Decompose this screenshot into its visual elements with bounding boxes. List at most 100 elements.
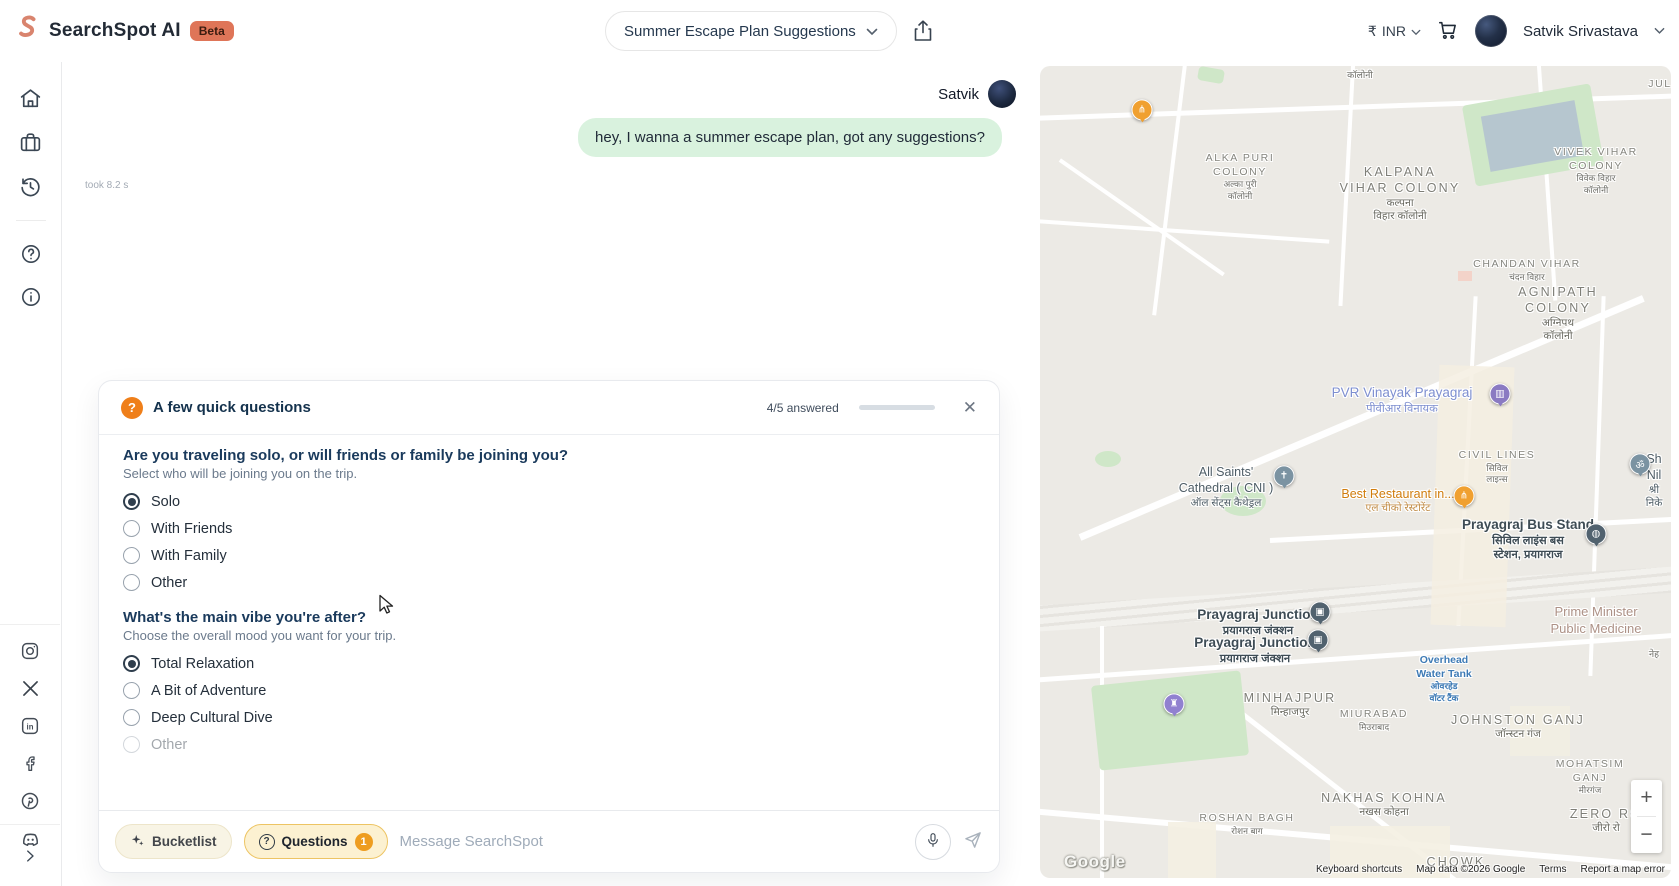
radio-option[interactable]: With Friends <box>123 515 975 542</box>
radio-button[interactable] <box>123 574 140 591</box>
chevron-down-icon <box>1411 23 1421 39</box>
briefcase-icon <box>18 130 43 155</box>
map-panel[interactable]: कॉलोनीRestaurant Andt Restaurant...एलीमे… <box>1040 66 1671 878</box>
sidebar-expand <box>0 824 60 886</box>
chevron-down-icon[interactable] <box>1654 22 1665 40</box>
svg-text:in: in <box>27 722 34 731</box>
sidebar-item-info[interactable] <box>19 285 43 309</box>
sidebar-item-help[interactable] <box>19 242 43 266</box>
map-pin-train[interactable]: ▣ <box>1309 601 1331 623</box>
map-label: ROSHAN BAGH रोशन बाग <box>1199 812 1295 836</box>
composer-bar: Bucketlist ? Questions 1 <box>99 810 999 872</box>
map-label: MOHATSIM GANJ मीरगंज <box>1555 758 1625 796</box>
radio-option-label: Solo <box>151 493 181 510</box>
radio-option[interactable]: Other <box>123 731 975 758</box>
beta-badge: Beta <box>189 20 234 41</box>
sidebar-item-home[interactable] <box>18 86 43 111</box>
pinterest-icon[interactable] <box>19 790 41 812</box>
sidebar-item-trips[interactable] <box>18 130 43 155</box>
microphone-icon <box>925 831 941 852</box>
close-questions-button[interactable]: ✕ <box>963 399 977 416</box>
attribution-link[interactable]: Terms <box>1539 864 1566 875</box>
map-pin-train[interactable]: ▣ <box>1307 629 1329 651</box>
map-label: AGNIPATH COLONY अग्निपथ कॉलोनी <box>1518 285 1598 343</box>
map-label: CIVIL LINES सिविल लाइन्स <box>1458 449 1536 485</box>
zoom-in-button[interactable]: + <box>1631 780 1662 816</box>
radio-option[interactable]: Solo <box>123 488 975 515</box>
attribution-link[interactable]: Map data ©2026 Google <box>1416 864 1525 875</box>
expand-sidebar-button[interactable] <box>21 847 39 865</box>
chat-panel: Satvik hey, I wanna a summer escape plan… <box>62 62 1040 886</box>
mic-button[interactable] <box>915 823 951 860</box>
cart-icon <box>1437 19 1459 44</box>
radio-option[interactable]: Deep Cultural Dive <box>123 704 975 731</box>
map-pin-fort[interactable]: ♜ <box>1163 693 1185 715</box>
sidebar-item-history[interactable] <box>18 174 43 199</box>
conversation-selector[interactable]: Summer Escape Plan Suggestions <box>605 11 897 51</box>
park-area <box>1095 451 1121 467</box>
radio-button[interactable] <box>123 655 140 672</box>
map-label: JUL <box>1648 78 1671 90</box>
map-label: KALPANA VIHAR COLONY कल्पना विहार कॉलोनी <box>1339 165 1461 223</box>
sparkles-icon <box>130 833 145 851</box>
brand[interactable]: SearchSpot AI Beta <box>16 14 234 47</box>
radio-option[interactable]: Other <box>123 569 975 596</box>
map-label: नेह <box>1648 649 1660 659</box>
message-sender-row: Satvik <box>938 80 1016 108</box>
map-pin-restaurant[interactable]: ⋔ <box>1131 99 1153 121</box>
question-circle-icon: ? <box>258 833 275 850</box>
attribution-link[interactable]: Report a map error <box>1581 864 1665 875</box>
radio-button[interactable] <box>123 493 140 510</box>
radio-button[interactable] <box>123 520 140 537</box>
road-line <box>1152 66 1188 316</box>
map-label: MIURABAD मिउराबाद <box>1339 708 1409 732</box>
bucketlist-label: Bucketlist <box>152 834 217 849</box>
user-avatar[interactable] <box>1474 15 1507 47</box>
cart-button[interactable] <box>1437 19 1459 44</box>
map-label: VIVEK VIHAR COLONY विवेक विहार कॉलोनी <box>1554 146 1638 195</box>
questions-button[interactable]: ? Questions 1 <box>243 824 388 859</box>
radio-option-label: Other <box>151 736 188 753</box>
radio-option[interactable]: A Bit of Adventure <box>123 677 975 704</box>
radio-option[interactable]: With Family <box>123 542 975 569</box>
map-label: All Saints' Cathedral ( CNI ) ऑल सेंट्स कै… <box>1178 465 1274 509</box>
conversation-title: Summer Escape Plan Suggestions <box>624 22 856 40</box>
send-button[interactable] <box>963 830 983 853</box>
map-label: NAKHAS KOHNA नखस कोहना <box>1321 791 1447 819</box>
radio-button[interactable] <box>123 682 140 699</box>
radio-option[interactable]: Total Relaxation <box>123 650 975 677</box>
radio-button[interactable] <box>123 709 140 726</box>
close-icon: ✕ <box>962 398 977 417</box>
instagram-icon[interactable] <box>19 640 41 662</box>
brand-title: SearchSpot AI <box>49 19 181 41</box>
map-zoom-control: + − <box>1631 780 1662 853</box>
attribution-link[interactable]: Keyboard shortcuts <box>1316 864 1402 875</box>
currency-selector[interactable]: ₹ INR <box>1368 23 1421 40</box>
radio-option-label: Deep Cultural Dive <box>151 709 273 726</box>
message-input[interactable] <box>399 833 903 850</box>
top-right-cluster: ₹ INR Satvik Srivastava <box>1368 0 1665 62</box>
linkedin-icon[interactable]: in <box>19 715 41 737</box>
radio-button[interactable] <box>123 547 140 564</box>
x-twitter-icon[interactable] <box>20 678 41 699</box>
map-pin-bus[interactable]: ◍ <box>1585 523 1607 545</box>
facebook-icon[interactable] <box>20 753 41 774</box>
questions-list: Are you traveling solo, or will friends … <box>99 435 999 758</box>
radio-option-label: Total Relaxation <box>151 655 255 672</box>
map-pin-om[interactable]: ॐ <box>1629 453 1651 475</box>
radio-option-label: With Family <box>151 547 227 564</box>
progress-bar <box>858 405 935 410</box>
bucketlist-button[interactable]: Bucketlist <box>115 824 232 859</box>
question-subtitle: Choose the overall mood you want for you… <box>123 628 397 643</box>
map-pin-church[interactable]: ✝ <box>1273 465 1295 487</box>
radio-button[interactable] <box>123 736 140 753</box>
question-badge-icon: ? <box>121 396 143 419</box>
share-button[interactable] <box>908 17 938 47</box>
google-logo[interactable]: Google <box>1064 852 1126 872</box>
map-pin-movie[interactable]: ▥ <box>1489 383 1511 405</box>
radio-option-label: A Bit of Adventure <box>151 682 267 699</box>
zoom-out-button[interactable]: − <box>1631 817 1662 853</box>
map-label: ALKA PURI COLONY अल्का पुरी कॉलोनी <box>1205 152 1275 201</box>
map-pin-restaurant[interactable]: ⋔ <box>1453 485 1475 507</box>
map-label: Best Restaurant in... एल चीको रेस्टोरेंट <box>1341 487 1455 515</box>
